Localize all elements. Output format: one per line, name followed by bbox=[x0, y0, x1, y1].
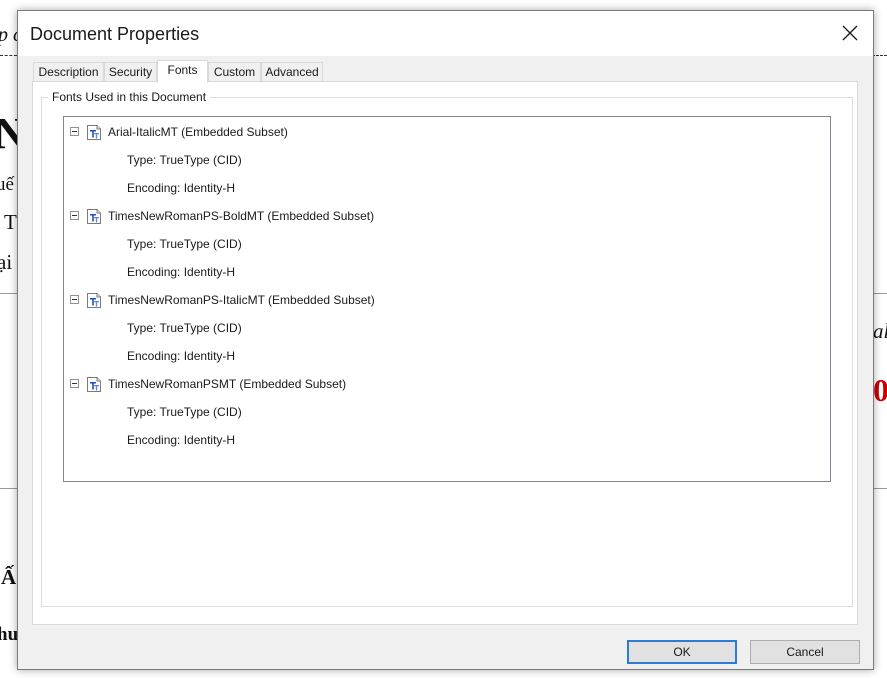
tab-description[interactable]: Description bbox=[33, 62, 104, 82]
truetype-font-icon bbox=[87, 125, 101, 140]
font-type: Type: TrueType (CID) bbox=[127, 405, 242, 419]
title-bar: Document Properties bbox=[18, 11, 873, 56]
bg-text: T bbox=[4, 210, 17, 234]
bg-text-red: 0 bbox=[873, 372, 887, 408]
dialog-title: Document Properties bbox=[30, 24, 200, 44]
tab-custom[interactable]: Custom bbox=[208, 62, 261, 82]
font-encoding: Encoding: Identity-H bbox=[127, 265, 236, 279]
font-type: Type: TrueType (CID) bbox=[127, 153, 242, 167]
tree-node-font[interactable]: TimesNewRomanPS-ItalicMT (Embedded Subse… bbox=[64, 286, 464, 314]
font-name: TimesNewRomanPSMT (Embedded Subset) bbox=[108, 377, 347, 391]
cancel-button[interactable]: Cancel bbox=[750, 640, 860, 664]
bg-text: uế bbox=[0, 174, 14, 195]
dashed-rule-right bbox=[872, 55, 887, 56]
font-name: TimesNewRomanPS-BoldMT (Embedded Subset) bbox=[108, 209, 375, 223]
font-name: Arial-ItalicMT (Embedded Subset) bbox=[108, 125, 288, 139]
document-properties-dialog: Document Properties Description Security… bbox=[17, 10, 874, 670]
truetype-font-icon bbox=[87, 293, 101, 308]
bg-text: Ấ bbox=[1, 565, 17, 589]
fonts-tree[interactable]: Arial-ItalicMT (Embedded Subset) Type: T… bbox=[63, 116, 831, 482]
group-label: Fonts Used in this Document bbox=[48, 90, 211, 104]
rule-right bbox=[872, 293, 887, 294]
ok-button[interactable]: OK bbox=[627, 640, 737, 664]
bg-text: al bbox=[873, 319, 887, 343]
font-encoding: Encoding: Identity-H bbox=[127, 349, 236, 363]
font-type: Type: TrueType (CID) bbox=[127, 237, 242, 251]
rule-left bbox=[0, 293, 17, 294]
tab-advanced[interactable]: Advanced bbox=[261, 62, 323, 82]
tree-node-font[interactable]: TimesNewRomanPS-BoldMT (Embedded Subset) bbox=[64, 202, 464, 230]
rule-left-2 bbox=[0, 488, 17, 489]
collapse-icon[interactable] bbox=[70, 211, 79, 220]
collapse-icon[interactable] bbox=[70, 295, 79, 304]
truetype-font-icon bbox=[87, 209, 101, 224]
truetype-font-icon bbox=[87, 377, 101, 392]
fonts-group-box: Fonts Used in this Document Arial-Italic… bbox=[41, 90, 853, 607]
fonts-tab-panel: Fonts Used in this Document Arial-Italic… bbox=[32, 81, 858, 625]
close-icon bbox=[842, 25, 858, 41]
bg-text: hu bbox=[0, 624, 19, 645]
tree-node-font[interactable]: TimesNewRomanPSMT (Embedded Subset) bbox=[64, 370, 464, 398]
rule-right-2 bbox=[872, 488, 887, 489]
tree-node-font[interactable]: Arial-ItalicMT (Embedded Subset) bbox=[64, 118, 464, 146]
font-encoding: Encoding: Identity-H bbox=[127, 433, 236, 447]
tab-fonts[interactable]: Fonts bbox=[157, 60, 208, 83]
dashed-rule-left bbox=[0, 55, 17, 56]
font-encoding: Encoding: Identity-H bbox=[127, 181, 236, 195]
font-type: Type: TrueType (CID) bbox=[127, 321, 242, 335]
bg-text: ại bbox=[0, 250, 13, 274]
tab-security[interactable]: Security bbox=[104, 62, 157, 82]
close-button[interactable] bbox=[827, 11, 873, 56]
collapse-icon[interactable] bbox=[70, 379, 79, 388]
font-name: TimesNewRomanPS-ItalicMT (Embedded Subse… bbox=[108, 293, 375, 307]
collapse-icon[interactable] bbox=[70, 127, 79, 136]
